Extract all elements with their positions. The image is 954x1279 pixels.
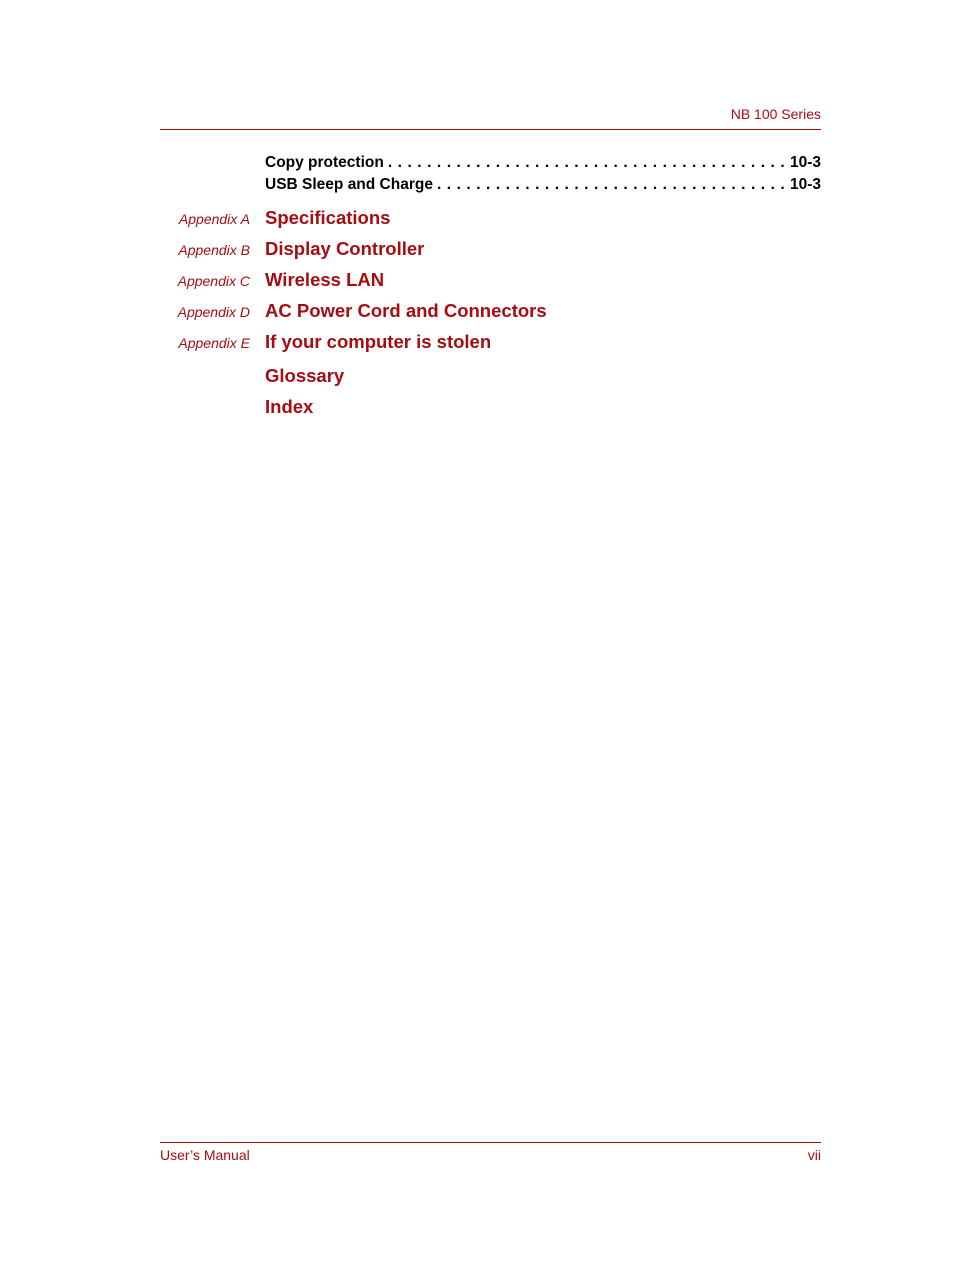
appendix-label: Appendix A [178, 211, 250, 227]
appendix-label: Appendix D [177, 304, 250, 320]
appendix-entry-a[interactable]: Appendix A Specifications [0, 207, 954, 233]
appendix-entry-b[interactable]: Appendix B Display Controller [0, 238, 954, 264]
index-entry[interactable]: Index [0, 396, 954, 422]
appendix-entry-e[interactable]: Appendix E If your computer is stolen [0, 331, 954, 357]
glossary-entry[interactable]: Glossary [0, 365, 954, 391]
toc-entry-title: Copy protection [265, 154, 384, 171]
toc-entry[interactable]: Copy protection 10-3 [265, 154, 821, 172]
footer-page-number: vii [807, 1147, 821, 1163]
appendix-title: Display Controller [265, 238, 425, 259]
toc-leader-dots [433, 176, 784, 194]
toc-leader-dots [384, 154, 784, 172]
toc-entry-page: 10-3 [789, 154, 821, 171]
appendix-label: Appendix B [178, 242, 250, 258]
appendix-entry-d[interactable]: Appendix D AC Power Cord and Connectors [0, 300, 954, 326]
toc-entry-page: 10-3 [789, 176, 821, 193]
glossary-title: Glossary [265, 365, 345, 386]
appendix-title: AC Power Cord and Connectors [265, 300, 547, 321]
footer-manual-label: User’s Manual [160, 1147, 250, 1163]
appendix-title: Specifications [265, 207, 391, 228]
toc-entry[interactable]: USB Sleep and Charge 10-3 [265, 176, 821, 194]
header-series-title: NB 100 Series [730, 106, 821, 122]
footer-divider [160, 1142, 821, 1143]
appendix-label: Appendix E [178, 335, 250, 351]
index-title: Index [265, 396, 314, 417]
appendix-label: Appendix C [177, 273, 250, 289]
appendix-title: If your computer is stolen [265, 331, 492, 352]
toc-entry-title: USB Sleep and Charge [265, 176, 433, 193]
appendix-entry-c[interactable]: Appendix C Wireless LAN [0, 269, 954, 295]
appendix-title: Wireless LAN [265, 269, 385, 290]
header-divider [160, 129, 821, 130]
